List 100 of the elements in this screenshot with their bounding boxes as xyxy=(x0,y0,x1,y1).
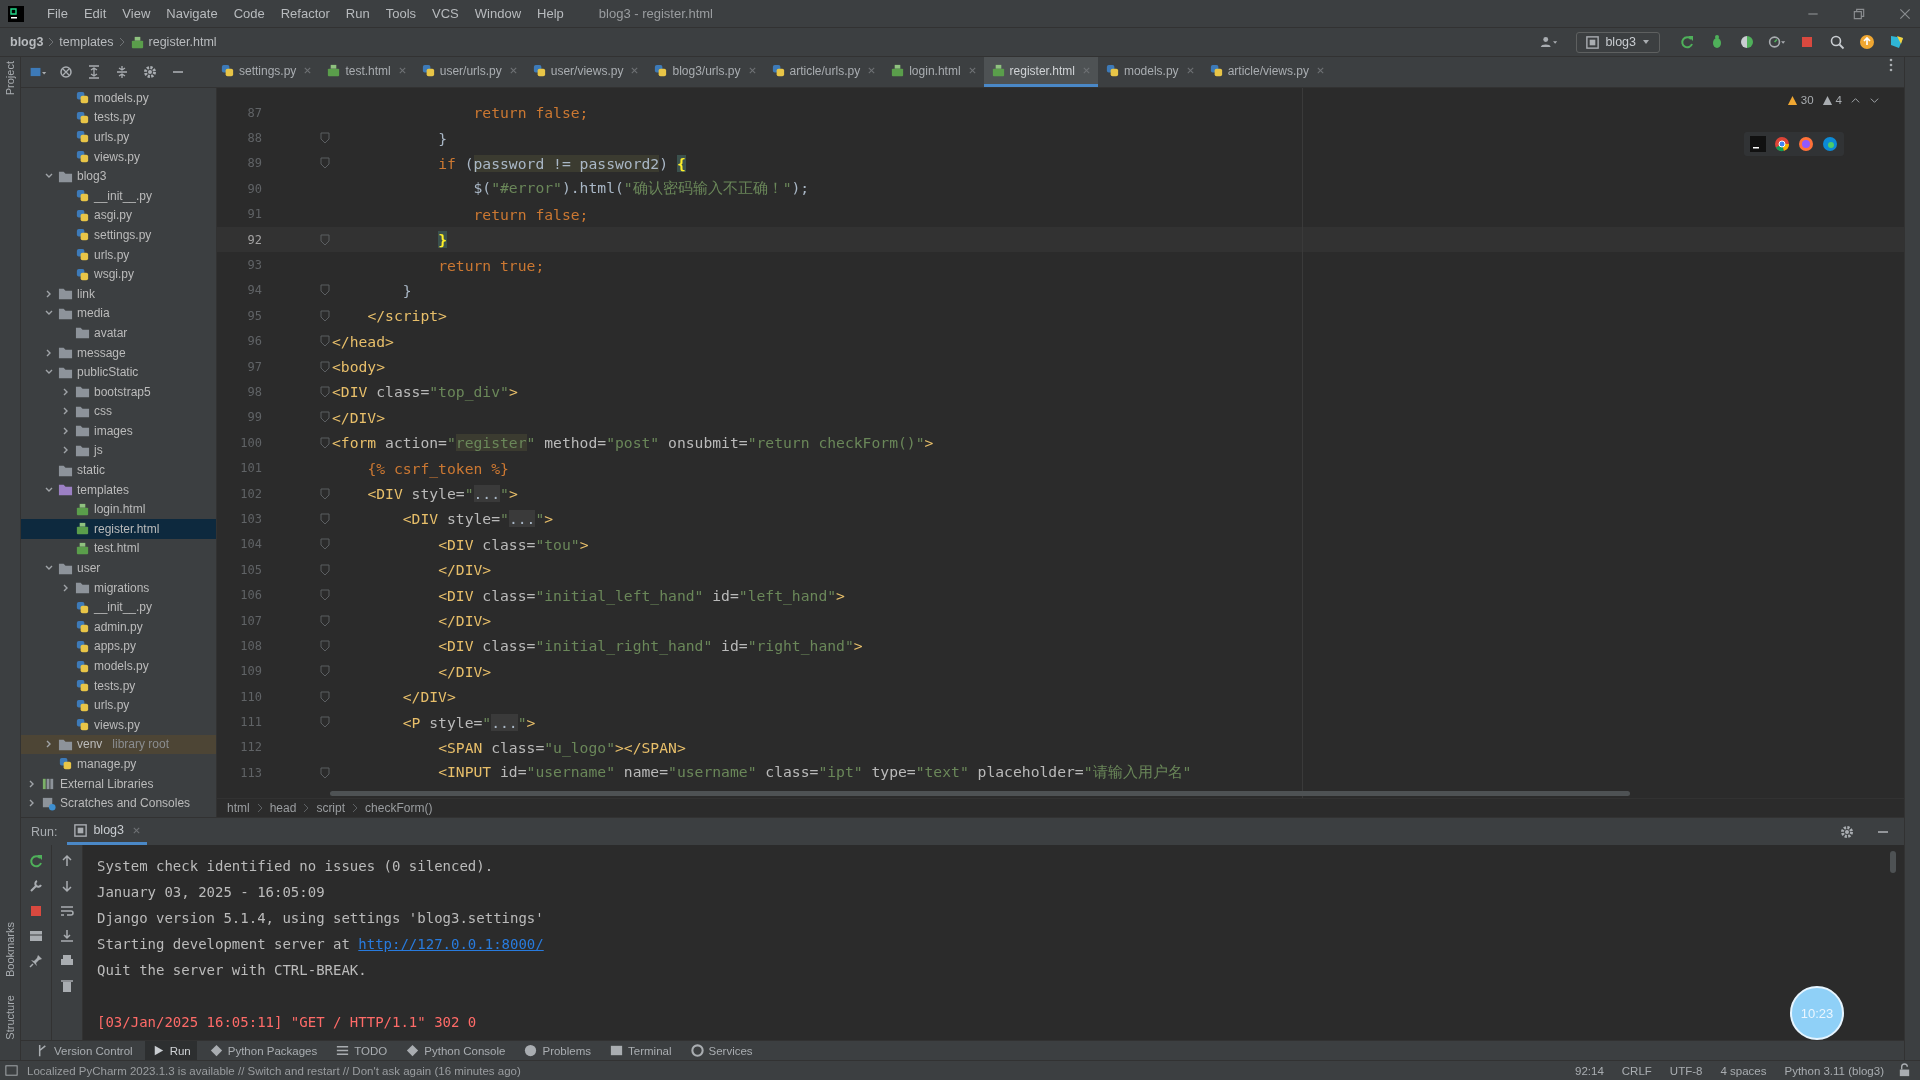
tool-window-button[interactable]: Project xyxy=(4,61,16,96)
tree-item[interactable]: manage.py xyxy=(21,754,216,774)
fold-marker-icon[interactable] xyxy=(320,589,330,602)
fold-marker-icon[interactable] xyxy=(320,132,330,145)
breadcrumb-item[interactable]: templates xyxy=(59,35,114,49)
fold-marker-icon[interactable] xyxy=(320,157,330,170)
tree-item[interactable]: avatar xyxy=(21,323,216,343)
user-icon[interactable] xyxy=(1540,34,1559,50)
tool-window-tab[interactable]: TODO xyxy=(329,1041,394,1060)
breadcrumb-item[interactable]: html xyxy=(227,801,250,815)
tree-item[interactable]: models.py xyxy=(21,656,216,676)
layout-icon[interactable] xyxy=(4,1063,19,1078)
tool-window-tab[interactable]: Python Console xyxy=(399,1041,512,1060)
fold-marker-icon[interactable] xyxy=(320,766,330,779)
tree-item[interactable]: static xyxy=(21,460,216,480)
settings-icon[interactable] xyxy=(1838,823,1856,840)
soft-wrap-icon[interactable] xyxy=(58,903,76,919)
menu-item[interactable]: Refactor xyxy=(273,4,337,23)
tree-item[interactable]: models.py xyxy=(21,88,216,108)
close-icon[interactable] xyxy=(132,825,141,835)
lock-icon[interactable] xyxy=(1897,1063,1912,1078)
editor-tab[interactable]: user/views.py xyxy=(524,57,647,87)
tree-item[interactable]: css xyxy=(21,401,216,422)
tool-window-tab[interactable]: Terminal xyxy=(603,1041,678,1060)
tree-item[interactable]: tests.py xyxy=(21,107,216,128)
fold-marker-icon[interactable] xyxy=(320,690,330,703)
breadcrumb-item[interactable]: register.html xyxy=(148,35,217,49)
fold-marker-icon[interactable] xyxy=(320,309,330,322)
breadcrumb-item[interactable]: script xyxy=(316,801,346,815)
close-icon[interactable] xyxy=(747,66,757,75)
update-icon[interactable] xyxy=(1858,34,1876,50)
tree-item[interactable]: bootstrap5 xyxy=(21,381,216,402)
close-icon[interactable] xyxy=(1898,6,1912,21)
tree-item[interactable]: asgi.py xyxy=(21,205,216,226)
search-icon[interactable] xyxy=(1828,34,1846,50)
breadcrumb-item[interactable]: checkForm() xyxy=(365,801,433,815)
tree-item[interactable]: login.html xyxy=(21,499,216,520)
edge-icon[interactable] xyxy=(1822,136,1838,152)
chrome-icon[interactable] xyxy=(1774,136,1790,152)
tree-item[interactable]: views.py xyxy=(21,146,216,167)
tree-item[interactable]: message xyxy=(21,342,216,363)
tool-window-tab[interactable]: Version Control xyxy=(29,1041,139,1060)
tree-item[interactable]: wsgi.py xyxy=(21,264,216,284)
fold-marker-icon[interactable] xyxy=(320,563,330,576)
status-item[interactable]: 92:14 xyxy=(1570,1064,1609,1077)
editor-tab[interactable]: user/urls.py xyxy=(413,57,525,87)
tool-window-tab[interactable]: Python Packages xyxy=(202,1041,324,1060)
fold-marker-icon[interactable] xyxy=(320,665,330,678)
close-icon[interactable] xyxy=(967,66,977,75)
ide-icon[interactable] xyxy=(1750,136,1766,152)
tree-item[interactable]: blog3 xyxy=(21,166,216,186)
tree-item[interactable]: __init__.py xyxy=(21,185,216,206)
editor-tab[interactable]: article/urls.py xyxy=(763,57,884,87)
close-icon[interactable] xyxy=(630,66,640,75)
tree-item[interactable]: Scratches and Consoles xyxy=(21,793,216,813)
tree-item[interactable]: images xyxy=(21,421,216,441)
vertical-scrollbar[interactable] xyxy=(1890,851,1896,873)
fold-marker-icon[interactable] xyxy=(320,716,330,729)
profiler-icon[interactable] xyxy=(1768,34,1786,50)
breadcrumb-item[interactable]: head xyxy=(269,801,297,815)
close-icon[interactable] xyxy=(397,66,407,75)
fold-marker-icon[interactable] xyxy=(320,411,330,424)
tool-window-tab[interactable]: Run xyxy=(144,1041,197,1060)
tree-item[interactable]: views.py xyxy=(21,715,216,735)
tree-item[interactable]: link xyxy=(21,283,216,304)
tool-window-tab[interactable]: Services xyxy=(683,1041,759,1060)
menu-item[interactable]: Window xyxy=(467,4,529,23)
tool-window-tab[interactable]: Problems xyxy=(517,1041,598,1060)
restore-icon[interactable] xyxy=(1852,6,1866,21)
tree-item[interactable]: __init__.py xyxy=(21,597,216,618)
fold-marker-icon[interactable] xyxy=(320,335,330,348)
tree-item[interactable]: External Libraries xyxy=(21,773,216,794)
menu-item[interactable]: Tools xyxy=(378,4,424,23)
close-icon[interactable] xyxy=(867,66,877,75)
fold-marker-icon[interactable] xyxy=(320,386,330,398)
menu-item[interactable]: VCS xyxy=(425,4,466,23)
status-item[interactable]: Python 3.11 (blog3) xyxy=(1779,1064,1889,1077)
status-item[interactable]: 4 spaces xyxy=(1715,1064,1772,1077)
editor-tab[interactable]: models.py xyxy=(1097,57,1202,87)
close-icon[interactable] xyxy=(1185,66,1195,75)
tree-item[interactable]: media xyxy=(21,303,216,324)
status-item[interactable]: CRLF xyxy=(1616,1064,1657,1077)
tree-item[interactable]: user xyxy=(21,558,216,578)
console-link[interactable]: http://127.0.0.1:8000/ xyxy=(358,936,544,952)
editor-tab[interactable]: login.html xyxy=(883,57,984,87)
tree-item[interactable]: settings.py xyxy=(21,225,216,245)
tool-window-button[interactable]: Bookmarks xyxy=(4,922,16,978)
status-item[interactable]: UTF-8 xyxy=(1664,1064,1708,1077)
menu-item[interactable]: Navigate xyxy=(159,4,225,23)
menu-item[interactable]: File xyxy=(40,4,75,23)
tree-item[interactable]: urls.py xyxy=(21,695,216,715)
fold-marker-icon[interactable] xyxy=(320,284,330,297)
scroll-to-end-icon[interactable] xyxy=(58,928,76,944)
fold-marker-icon[interactable] xyxy=(320,436,330,449)
editor-tab[interactable]: blog3/urls.py xyxy=(646,57,764,87)
tree-item[interactable]: tests.py xyxy=(21,675,216,696)
locate-icon[interactable] xyxy=(57,64,75,80)
tree-item[interactable]: js xyxy=(21,440,216,461)
breadcrumb-item[interactable]: blog3 xyxy=(10,35,44,49)
trash-icon[interactable] xyxy=(58,978,76,994)
